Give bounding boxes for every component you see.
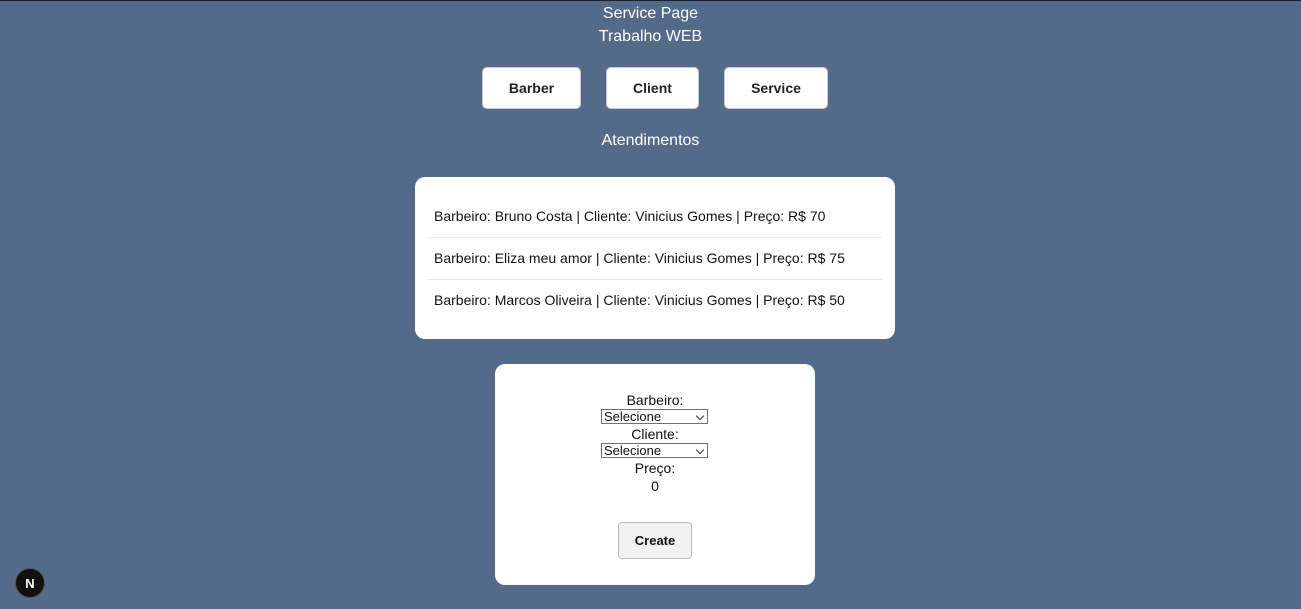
- barbeiro-select[interactable]: Selecione: [601, 409, 708, 424]
- list-item: Barbeiro: Eliza meu amor | Cliente: Vini…: [428, 238, 882, 280]
- preco-label: Preço:: [634, 460, 676, 476]
- barbeiro-select-value: Selecione: [604, 409, 662, 424]
- nextjs-dev-badge-icon[interactable]: N: [15, 568, 45, 598]
- section-title: Atendimentos: [601, 132, 700, 149]
- page-subtitle: Trabalho WEB: [598, 28, 703, 45]
- list-item: Barbeiro: Marcos Oliveira | Cliente: Vin…: [434, 292, 845, 308]
- chevron-down-icon: [695, 445, 705, 455]
- list-item: Barbeiro: Bruno Costa | Cliente: Viniciu…: [428, 196, 882, 238]
- create-button[interactable]: Create: [618, 522, 692, 559]
- service-nav-button[interactable]: Service: [724, 67, 828, 109]
- services-list-card: Barbeiro: Bruno Costa | Cliente: Viniciu…: [415, 177, 895, 339]
- cliente-label: Cliente:: [631, 426, 679, 442]
- cliente-select[interactable]: Selecione: [601, 443, 708, 458]
- client-nav-button[interactable]: Client: [606, 67, 699, 109]
- preco-input[interactable]: 0: [495, 478, 815, 494]
- barber-nav-button[interactable]: Barber: [482, 67, 581, 109]
- cliente-select-value: Selecione: [604, 443, 662, 458]
- chevron-down-icon: [695, 411, 705, 421]
- barbeiro-label: Barbeiro:: [626, 392, 684, 408]
- create-service-form: Barbeiro: Selecione Cliente: Selecione P…: [495, 364, 815, 585]
- page-title: Service Page: [602, 5, 699, 22]
